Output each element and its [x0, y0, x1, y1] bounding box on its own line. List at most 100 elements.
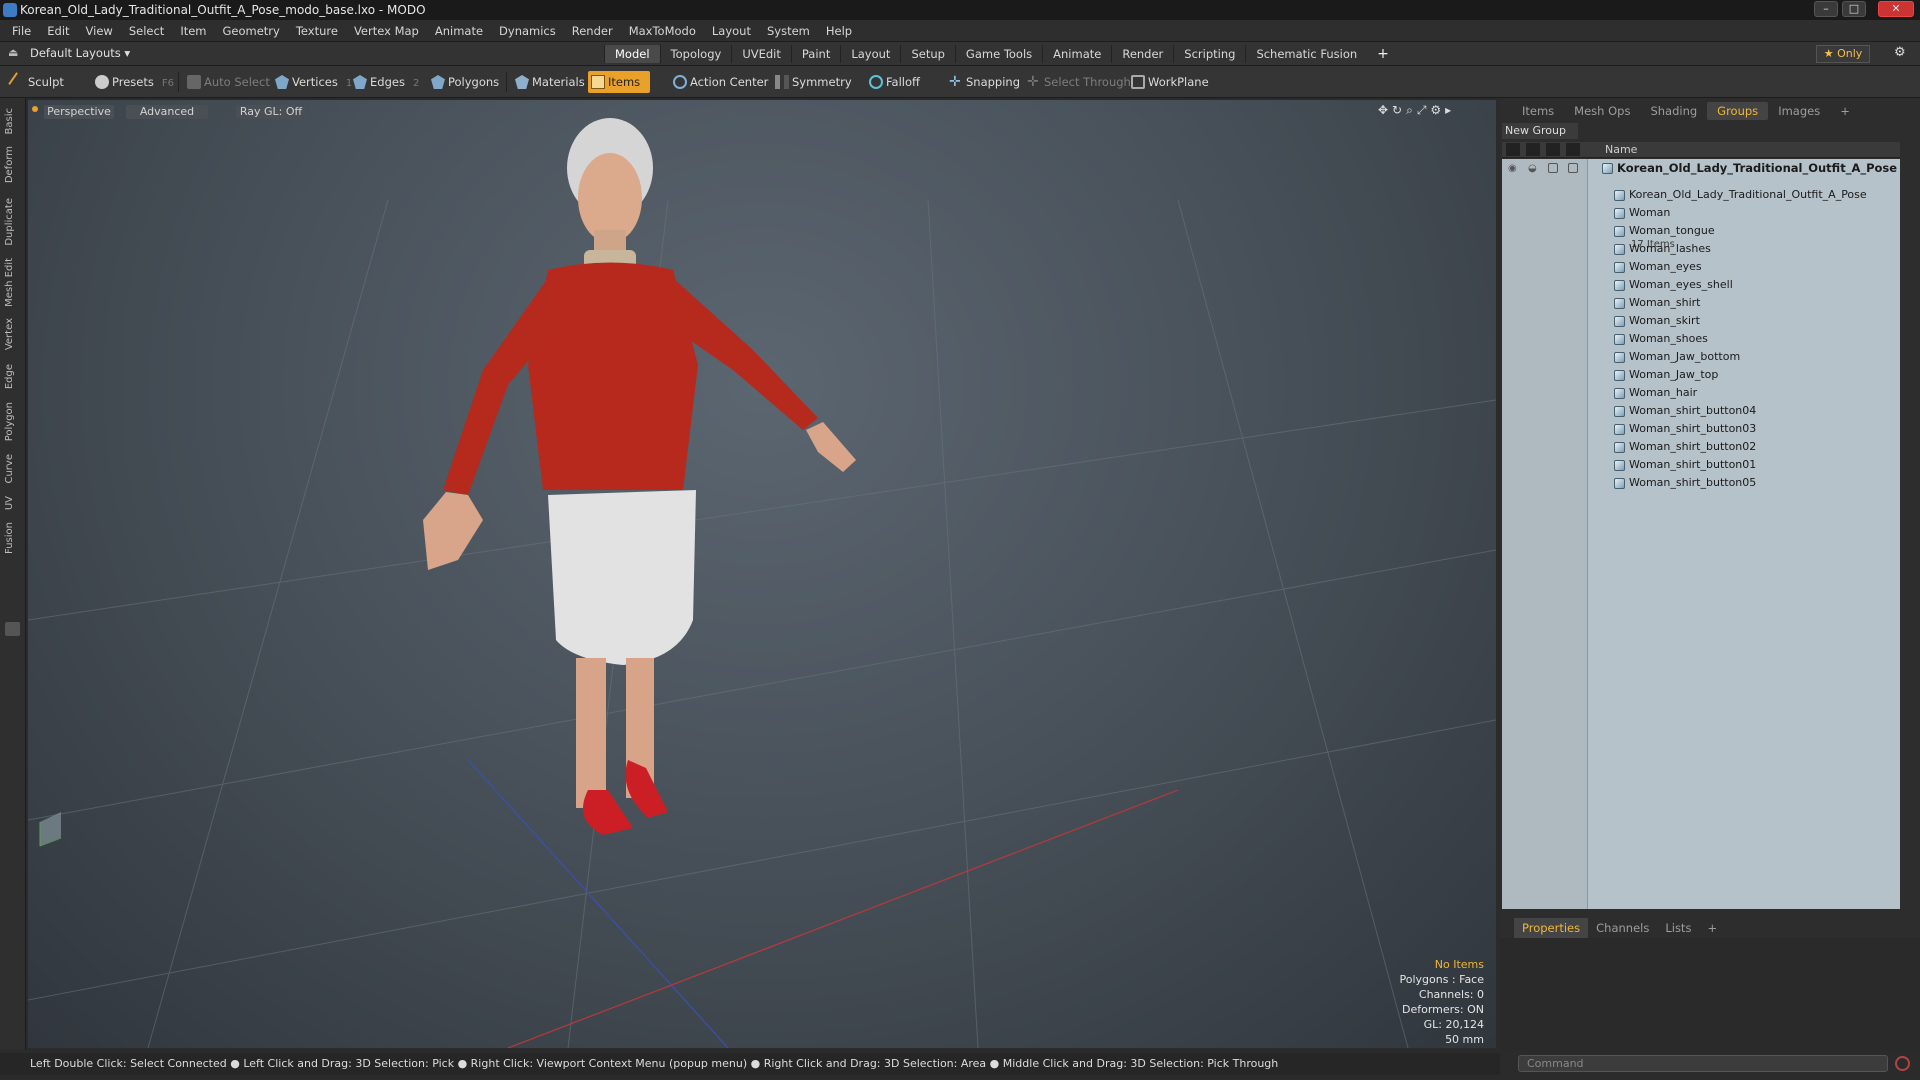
menu-edit[interactable]: Edit [39, 20, 77, 42]
list-item[interactable]: Woman_shirt_button03 [1611, 420, 1756, 438]
list-item[interactable]: Woman_shirt_button04 [1611, 402, 1756, 420]
workplane-button[interactable]: WorkPlane [1128, 71, 1209, 93]
layout-pin-icon[interactable]: ⏏ [8, 46, 18, 59]
name-column-header[interactable]: Name [1605, 142, 1637, 158]
polygons-button[interactable]: Polygons [428, 71, 499, 93]
auto-select-button[interactable]: Auto Select [184, 71, 270, 93]
menu-dynamics[interactable]: Dynamics [491, 20, 564, 42]
menu-render[interactable]: Render [564, 20, 621, 42]
tab-items[interactable]: Items [1512, 102, 1564, 120]
vtab-basic[interactable]: Basic [4, 108, 15, 134]
tab-topology[interactable]: Topology [659, 45, 732, 63]
vtab-duplicate[interactable]: Duplicate [4, 198, 15, 246]
action-center-button[interactable]: Action Center [670, 71, 768, 93]
tab-layout[interactable]: Layout [840, 45, 900, 63]
3d-viewport[interactable]: Perspective Advanced Ray GL: Off ✥↻⌕⤢⚙▸ [28, 100, 1496, 1048]
menu-file[interactable]: File [0, 20, 39, 42]
tab-model[interactable]: Model [604, 45, 660, 63]
list-item[interactable]: Woman_tongue [1611, 222, 1715, 240]
group-select-icon[interactable] [1568, 163, 1578, 173]
menu-maxtomodo[interactable]: MaxToModo [621, 20, 704, 42]
add-panel-tab-button[interactable]: + [1830, 102, 1860, 120]
group-row[interactable]: Korean_Old_Lady_Traditional_Outfit_A_Pos… [1599, 159, 1897, 177]
tab-lists[interactable]: Lists [1657, 918, 1699, 938]
list-item[interactable]: Woman_lashes [1611, 240, 1711, 258]
list-item[interactable]: Woman_shirt_button02 [1611, 438, 1756, 456]
default-layouts-dropdown[interactable]: Default Layouts ▾ [30, 46, 130, 60]
vertices-button[interactable]: Vertices 1 [272, 71, 352, 93]
only-button[interactable]: ★ Only [1816, 45, 1870, 63]
materials-button[interactable]: Materials [512, 71, 585, 93]
tab-mesh-ops[interactable]: Mesh Ops [1564, 102, 1640, 120]
list-item[interactable]: Woman_eyes [1611, 258, 1702, 276]
list-item[interactable]: Woman_hair [1611, 384, 1697, 402]
tab-properties[interactable]: Properties [1514, 918, 1589, 938]
select-through-button[interactable]: ✛ Select Through [1024, 71, 1131, 93]
tab-game-tools[interactable]: Game Tools [954, 45, 1042, 63]
symmetry-button[interactable]: Symmetry [772, 71, 852, 93]
list-item[interactable]: Woman_shirt [1611, 294, 1700, 312]
vtab-mesh-edit[interactable]: Mesh Edit [4, 258, 15, 307]
vtab-curve[interactable]: Curve [4, 454, 15, 484]
tab-groups[interactable]: Groups [1707, 102, 1769, 120]
tab-shading[interactable]: Shading [1640, 102, 1707, 120]
command-history-icon[interactable] [1895, 1056, 1910, 1071]
group-list[interactable]: ◉ ◒ Korean_Old_Lady_Traditional_Outfit_A… [1502, 159, 1900, 909]
render-column-icon[interactable] [1546, 143, 1560, 156]
list-item[interactable]: Woman_shirt_button05 [1611, 474, 1756, 492]
vtab-vertex[interactable]: Vertex [4, 318, 15, 350]
tab-setup[interactable]: Setup [900, 45, 954, 63]
tab-uvedit[interactable]: UVEdit [731, 45, 791, 63]
snapping-button[interactable]: ✛ Snapping [946, 71, 1020, 93]
new-group-button[interactable]: New Group [1502, 123, 1578, 139]
group-eye-icon[interactable]: ◉ [1508, 163, 1517, 174]
tab-images[interactable]: Images [1768, 102, 1830, 120]
group-lock-icon[interactable]: ◒ [1528, 163, 1537, 174]
vtab-deform[interactable]: Deform [4, 146, 15, 183]
eye-column-icon[interactable] [1506, 143, 1520, 156]
presets-button[interactable]: Presets F6 [92, 71, 174, 93]
add-tab-button[interactable]: + [1367, 45, 1399, 63]
menu-item[interactable]: Item [172, 20, 214, 42]
tab-schematic-fusion[interactable]: Schematic Fusion [1245, 45, 1367, 63]
sculpt-button[interactable]: Sculpt [8, 71, 64, 93]
tab-animate[interactable]: Animate [1042, 45, 1111, 63]
menu-view[interactable]: View [78, 20, 121, 42]
menu-help[interactable]: Help [818, 20, 860, 42]
tab-render[interactable]: Render [1111, 45, 1173, 63]
maximize-button[interactable]: □ [1842, 1, 1866, 17]
command-input[interactable]: Command [1518, 1055, 1888, 1072]
list-item[interactable]: Woman_Jaw_bottom [1611, 348, 1740, 366]
list-item[interactable]: Woman_eyes_shell [1611, 276, 1733, 294]
items-button[interactable]: Items [588, 71, 651, 93]
list-item[interactable]: Woman [1611, 204, 1670, 222]
tab-paint[interactable]: Paint [790, 45, 840, 63]
select-column-icon[interactable] [1566, 143, 1580, 156]
tab-scripting[interactable]: Scripting [1173, 45, 1245, 63]
panel-toggle-button[interactable] [5, 622, 20, 636]
falloff-button[interactable]: Falloff [866, 71, 920, 93]
vtab-polygon[interactable]: Polygon [4, 402, 15, 441]
tab-channels[interactable]: Channels [1588, 918, 1657, 938]
vtab-fusion[interactable]: Fusion [4, 522, 15, 554]
add-properties-tab-button[interactable]: + [1699, 918, 1725, 938]
close-button[interactable]: ✕ [1878, 1, 1914, 17]
menu-system[interactable]: System [759, 20, 818, 42]
group-render-icon[interactable] [1548, 163, 1558, 173]
gear-icon[interactable]: ⚙ [1894, 45, 1906, 60]
vtab-uv[interactable]: UV [4, 496, 15, 510]
edges-button[interactable]: Edges 2 [350, 71, 419, 93]
list-item[interactable]: Woman_skirt [1611, 312, 1700, 330]
lock-column-icon[interactable] [1526, 143, 1540, 156]
list-item[interactable]: Woman_shoes [1611, 330, 1708, 348]
minimize-button[interactable]: – [1814, 1, 1838, 17]
list-item[interactable]: Korean_Old_Lady_Traditional_Outfit_A_Pos… [1611, 186, 1867, 204]
menu-geometry[interactable]: Geometry [215, 20, 288, 42]
menu-layout[interactable]: Layout [704, 20, 759, 42]
list-item[interactable]: Woman_Jaw_top [1611, 366, 1718, 384]
list-item[interactable]: Woman_shirt_button01 [1611, 456, 1756, 474]
vtab-edge[interactable]: Edge [4, 364, 15, 389]
menu-vertex-map[interactable]: Vertex Map [346, 20, 427, 42]
menu-texture[interactable]: Texture [288, 20, 346, 42]
menu-animate[interactable]: Animate [427, 20, 491, 42]
